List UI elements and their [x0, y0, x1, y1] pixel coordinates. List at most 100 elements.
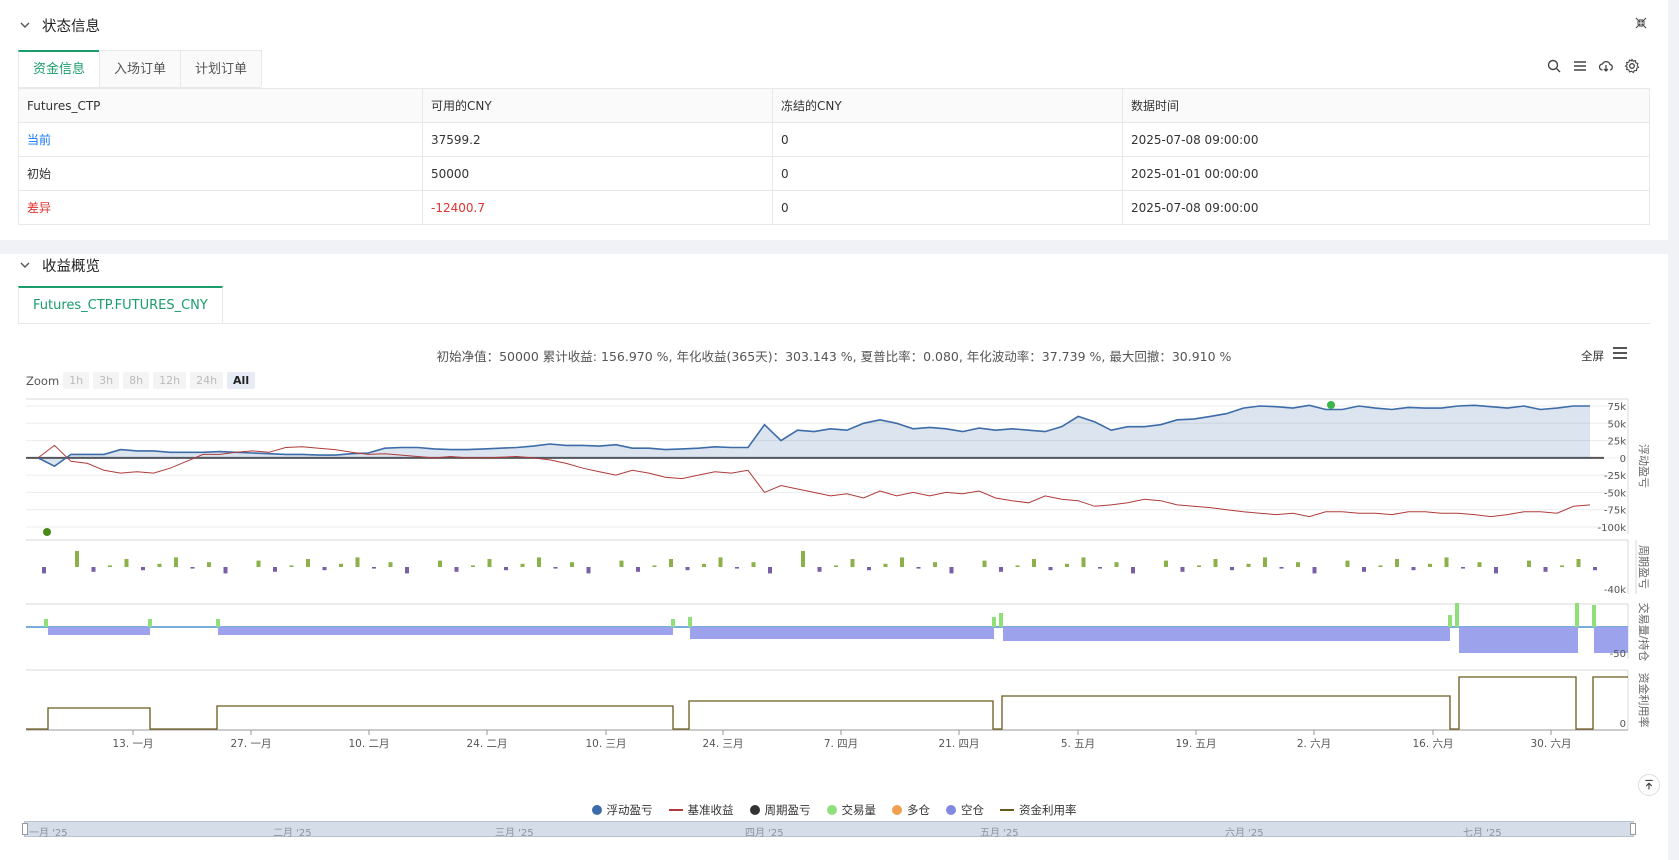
- period-pnl-bar: [157, 563, 162, 567]
- table-row: 当前 37599.2 0 2025-07-08 09:00:00: [18, 122, 1650, 157]
- list-icon[interactable]: [1572, 58, 1588, 74]
- period-pnl-bar: [1114, 562, 1119, 567]
- fullscreen-button[interactable]: 全屏: [1581, 348, 1604, 364]
- period-pnl-bar: [652, 565, 657, 567]
- nav-label: 七月 '25: [1463, 828, 1502, 839]
- funds-table: Futures_CTP 可用的CNY 冻结的CNY 数据时间 当前 37599.…: [18, 88, 1650, 225]
- returns-panel-header[interactable]: 收益概览: [18, 254, 100, 276]
- scroll-to-top-icon[interactable]: [1638, 774, 1660, 796]
- legend-item-period-pnl[interactable]: 周期盈亏: [749, 802, 811, 818]
- nav-handle-right[interactable]: [1630, 823, 1636, 835]
- period-pnl-bar: [916, 567, 921, 569]
- table-row: 差异 -12400.7 0 2025-07-08 09:00:00: [18, 190, 1650, 225]
- collapse-arrows-icon[interactable]: [1634, 16, 1648, 30]
- legend-item-short[interactable]: 空仓: [946, 802, 984, 818]
- chart-navigator[interactable]: 一月 '25 二月 '25 三月 '25 四月 '25 五月 '25 六月 '2…: [22, 821, 1636, 839]
- nav-label: 四月 '25: [745, 828, 784, 839]
- zoom-12h-button[interactable]: 12h: [153, 372, 187, 389]
- x-tick-label: 13. 一月: [112, 738, 153, 750]
- col-header-frozen[interactable]: 冻结的CNY: [772, 88, 1123, 123]
- returns-chart[interactable]: 75k 50k 25k 0 -25k -50k -75k -100k -40k -50 0 浮动盈亏周…: [0, 394, 1668, 804]
- period-pnl-bar: [1494, 567, 1498, 574]
- col-header-time[interactable]: 数据时间: [1122, 88, 1650, 123]
- period-pnl-bar: [1428, 563, 1432, 567]
- period-pnl-bar: [1543, 567, 1548, 572]
- cloud-download-icon[interactable]: [1598, 58, 1614, 74]
- volume-bar: [1448, 615, 1452, 627]
- legend-item-long[interactable]: 多仓: [892, 802, 930, 818]
- returns-panel: 收益概览 Futures_CTP.FUTURES_CNY 初始净值：50000 …: [0, 254, 1668, 860]
- row-label-current[interactable]: 当前: [18, 122, 423, 157]
- volume-bar: [671, 619, 675, 627]
- period-pnl-bar: [388, 562, 393, 567]
- volume-bar: [688, 617, 692, 627]
- chart-legend: 浮动盈亏 基准收益 周期盈亏 交易量 多仓 空仓 资金利用率: [0, 802, 1668, 818]
- period-pnl-bar: [586, 567, 591, 574]
- y-tick-label: 0: [1620, 719, 1626, 730]
- period-pnl-bar: [1048, 567, 1053, 571]
- period-pnl-bar: [1065, 563, 1069, 567]
- x-tick-label: 5. 五月: [1061, 738, 1095, 750]
- legend-marker: [668, 809, 683, 811]
- returns-tabs: Futures_CTP.FUTURES_CNY: [18, 286, 1650, 324]
- period-pnl-bar: [405, 567, 409, 574]
- col-header-account[interactable]: Futures_CTP: [18, 88, 423, 123]
- cell-available: -12400.7: [422, 190, 773, 225]
- axis-title: 资金利用率: [1637, 673, 1651, 728]
- x-tick-label: 27. 一月: [230, 738, 271, 750]
- volume-bar: [148, 619, 152, 627]
- axis-title: 浮动盈亏: [1637, 444, 1650, 488]
- period-pnl-bar: [1296, 562, 1300, 567]
- chevron-down-icon[interactable]: [18, 258, 32, 272]
- y-tick-label: -25k: [1604, 471, 1626, 482]
- nav-handle-left[interactable]: [22, 823, 28, 835]
- series-utilization-line: [26, 676, 1628, 730]
- row-label-initial: 初始: [18, 156, 423, 191]
- y-tick-label: -40k: [1604, 585, 1626, 596]
- tab-futures-account[interactable]: Futures_CTP.FUTURES_CNY: [18, 286, 223, 323]
- period-pnl-bar: [306, 559, 310, 567]
- legend-label: 周期盈亏: [764, 803, 811, 817]
- legend-item-benchmark[interactable]: 基准收益: [668, 802, 734, 818]
- period-pnl-bar: [1411, 567, 1416, 571]
- search-icon[interactable]: [1546, 58, 1562, 74]
- period-pnl-bar: [537, 557, 541, 567]
- tab-entry-orders[interactable]: 入场订单: [99, 50, 182, 87]
- legend-marker: [591, 805, 602, 815]
- x-tick-label: 10. 二月: [348, 738, 389, 750]
- period-pnl-bar: [1378, 565, 1383, 567]
- short-position-bar: [1003, 627, 1450, 641]
- period-pnl-bar: [438, 560, 442, 567]
- status-panel-header[interactable]: 状态信息: [18, 14, 100, 36]
- settings-icon[interactable]: [1624, 58, 1640, 74]
- legend-item-floating-pnl[interactable]: 浮动盈亏: [591, 802, 653, 818]
- nav-label: 二月 '25: [273, 828, 312, 839]
- tab-planned-orders[interactable]: 计划订单: [180, 50, 263, 87]
- col-header-available[interactable]: 可用的CNY: [422, 88, 773, 123]
- legend-marker: [826, 805, 837, 815]
- period-pnl-bar: [190, 567, 195, 569]
- chevron-down-icon[interactable]: [18, 18, 32, 32]
- zoom-3h-button[interactable]: 3h: [93, 372, 120, 389]
- period-pnl-bar: [1164, 560, 1168, 567]
- legend-marker: [946, 805, 956, 815]
- zoom-1h-button[interactable]: 1h: [63, 372, 90, 389]
- hamburger-menu-icon[interactable]: [1612, 346, 1628, 360]
- cell-frozen: 0: [772, 156, 1123, 191]
- zoom-8h-button[interactable]: 8h: [123, 372, 150, 389]
- y-tick-label: -50k: [1604, 488, 1626, 499]
- volume-bar: [1455, 603, 1459, 627]
- zoom-24h-button[interactable]: 24h: [190, 372, 224, 389]
- period-pnl-bar: [1477, 562, 1482, 567]
- legend-item-utilization[interactable]: 资金利用率: [1000, 802, 1077, 818]
- period-pnl-bar: [768, 567, 772, 574]
- period-pnl-bar: [256, 560, 261, 567]
- y-tick-label: -75k: [1604, 506, 1626, 517]
- tab-funds[interactable]: 资金信息: [18, 50, 101, 87]
- legend-label: 交易量: [841, 803, 877, 817]
- zoom-all-button[interactable]: All: [227, 372, 256, 389]
- period-pnl-bar: [669, 559, 673, 567]
- period-pnl-bar: [273, 567, 277, 572]
- cell-time: 2025-07-08 09:00:00: [1122, 122, 1650, 157]
- legend-item-volume[interactable]: 交易量: [826, 802, 877, 818]
